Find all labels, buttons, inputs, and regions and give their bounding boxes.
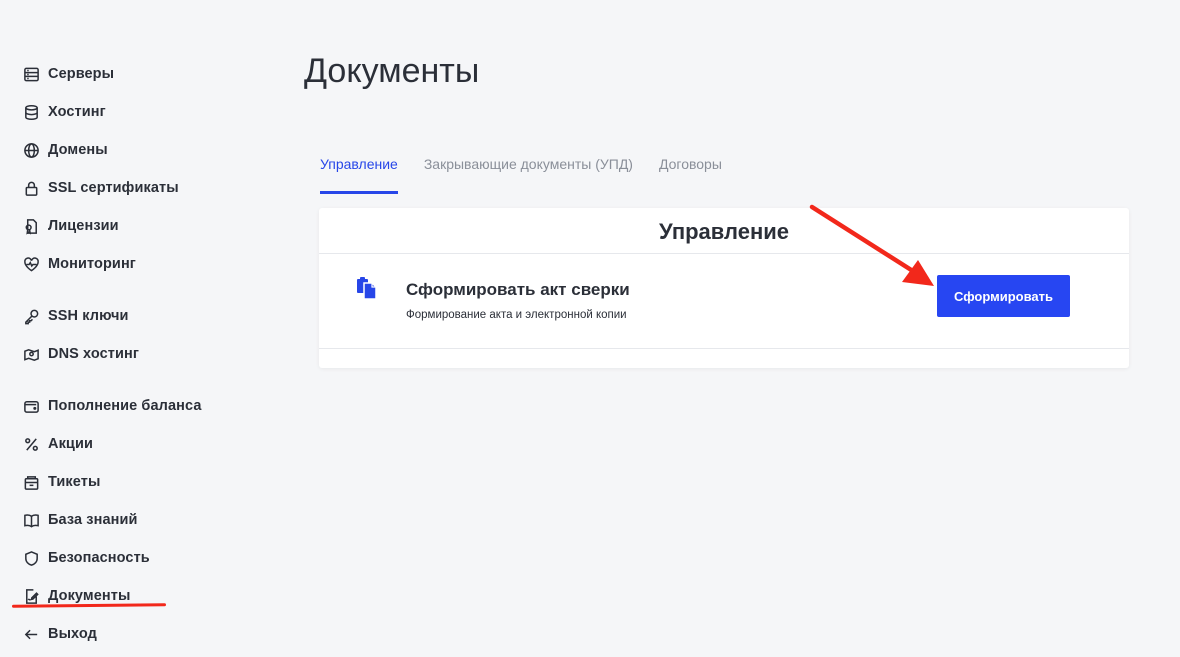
sidebar-item-label: Мониторинг (48, 256, 136, 272)
sidebar-item-knowledge-base[interactable]: База знаний (22, 508, 138, 532)
sidebar-item-servers[interactable]: Серверы (22, 62, 114, 86)
book-icon (22, 511, 40, 529)
page-title: Документы (304, 52, 480, 90)
management-card: Управление Сформировать акт сверки Форми… (319, 208, 1129, 368)
server-icon (22, 65, 40, 83)
percent-icon (22, 435, 40, 453)
sidebar-item-monitoring[interactable]: Мониторинг (22, 252, 136, 276)
sidebar-item-label: Домены (48, 142, 108, 158)
tab-contracts[interactable]: Договоры (659, 153, 722, 194)
card-header: Управление (319, 208, 1129, 254)
ticket-icon (22, 473, 40, 491)
key-icon (22, 307, 40, 325)
shield-icon (22, 549, 40, 567)
document-edit-icon (22, 587, 40, 605)
sidebar-item-label: Хостинг (48, 104, 106, 120)
tab-closing-documents[interactable]: Закрывающие документы (УПД) (424, 153, 633, 194)
globe-icon (22, 141, 40, 159)
sidebar-item-top-up-balance[interactable]: Пополнение баланса (22, 394, 202, 418)
sidebar-item-label: Лицензии (48, 218, 119, 234)
sidebar-item-label: DNS хостинг (48, 346, 139, 362)
tab-bar: Управление Закрывающие документы (УПД) Д… (320, 153, 748, 194)
sidebar-item-ssl[interactable]: SSL сертификаты (22, 176, 179, 200)
reconciliation-act-description: Формирование акта и электронной копии (406, 309, 627, 321)
sidebar-item-label: Тикеты (48, 474, 101, 490)
sidebar-item-promotions[interactable]: Акции (22, 432, 93, 456)
clipboard-copy-icon (355, 274, 379, 300)
sidebar-item-label: Серверы (48, 66, 115, 82)
sidebar: Серверы Хостинг Домены SSL сертификаты Л… (0, 0, 260, 657)
sidebar-item-dns-hosting[interactable]: DNS хостинг (22, 342, 139, 366)
sidebar-item-label: Документы (48, 588, 131, 604)
sidebar-item-label: Пополнение баланса (48, 398, 202, 414)
sidebar-item-ssh-keys[interactable]: SSH ключи (22, 304, 129, 328)
wallet-icon (22, 397, 40, 415)
lock-icon (22, 179, 40, 197)
sidebar-item-logout[interactable]: Выход (22, 622, 97, 646)
license-icon (22, 217, 40, 235)
annotation-arrow (809, 204, 934, 286)
sidebar-item-label: Акции (48, 436, 93, 452)
sidebar-item-domains[interactable]: Домены (22, 138, 108, 162)
sidebar-item-label: База знаний (48, 512, 138, 528)
reconciliation-act-title: Сформировать акт сверки (406, 280, 630, 299)
sidebar-item-hosting[interactable]: Хостинг (22, 100, 106, 124)
sidebar-item-label: SSL сертификаты (48, 180, 179, 196)
sidebar-item-label: SSH ключи (48, 308, 129, 324)
row-divider (319, 348, 1129, 349)
generate-button[interactable]: Сформировать (937, 275, 1070, 317)
dns-map-icon (22, 345, 40, 363)
heartbeat-icon (22, 255, 40, 273)
database-icon (22, 103, 40, 121)
sidebar-item-label: Безопасность (48, 550, 150, 566)
sidebar-item-label: Выход (48, 626, 97, 642)
arrow-left-icon (22, 625, 40, 643)
sidebar-item-licenses[interactable]: Лицензии (22, 214, 119, 238)
sidebar-item-security[interactable]: Безопасность (22, 546, 150, 570)
tab-management[interactable]: Управление (320, 153, 398, 194)
sidebar-item-tickets[interactable]: Тикеты (22, 470, 100, 494)
